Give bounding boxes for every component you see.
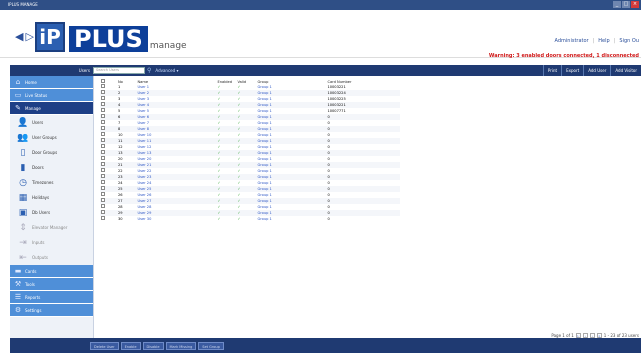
sidebar-item-db-users[interactable]: ▣ Db Users bbox=[10, 205, 93, 220]
home-icon: ⌂ bbox=[15, 78, 21, 86]
action-export-button[interactable]: Export bbox=[561, 65, 583, 76]
toolbar-actions: Print Export Add User Add Visitor bbox=[542, 65, 641, 76]
maximize-icon[interactable]: □ bbox=[622, 1, 630, 8]
row-group: Group 1 bbox=[257, 216, 272, 221]
sidebar-nav-label: Settings bbox=[25, 307, 42, 313]
calendar-icon: ▦ bbox=[18, 192, 28, 203]
window-controls: _ □ × bbox=[613, 1, 639, 8]
sidebar-nav-label: Tools bbox=[25, 281, 35, 287]
sidebar-nav-label: Manage bbox=[25, 105, 41, 111]
window-title: IPLUS MANAGE bbox=[8, 2, 38, 7]
forward-arrow-icon[interactable]: ▷ bbox=[25, 31, 33, 42]
user-group-icon: 👥 bbox=[17, 132, 29, 143]
connection-warning: Warning: 3 enabled doors connected, 1 di… bbox=[488, 53, 639, 59]
report-icon: ☰ bbox=[14, 293, 22, 301]
logo-plus: PLUS bbox=[69, 26, 148, 52]
sidebar-item-label: Holidays bbox=[32, 195, 50, 200]
sidebar-item-label: Timezones bbox=[32, 180, 54, 185]
door-single-icon: ▮ bbox=[20, 162, 26, 173]
enable-button[interactable]: Enable bbox=[120, 341, 141, 350]
sidebar-item-label: Door Groups bbox=[32, 150, 58, 155]
row-card-number: 0 bbox=[327, 216, 330, 221]
search-input[interactable]: Search Users bbox=[93, 67, 145, 74]
row-name[interactable]: User 30 bbox=[136, 216, 216, 222]
action-add-user-button[interactable]: Add User bbox=[583, 65, 610, 76]
set-group-button[interactable]: Set Group bbox=[198, 341, 224, 350]
user-icon: 👤 bbox=[17, 117, 29, 128]
sidebar-nav-cards[interactable]: ▬ Cards bbox=[10, 265, 93, 278]
bottom-action-bar: Delete User Enable Disable Mark Missing Set … bbox=[10, 338, 641, 353]
app-header: ◀ ▷ iP PLUS manage Administrator | Help … bbox=[0, 10, 641, 59]
sidebar-item-user-groups[interactable]: 👥 User Groups bbox=[10, 130, 93, 145]
sidebar-item-label: Inputs bbox=[32, 240, 45, 245]
search-icon[interactable]: ⚲ bbox=[147, 67, 151, 74]
user-link[interactable]: Administrator bbox=[555, 38, 589, 44]
sidebar-item-doors[interactable]: ▮ Doors bbox=[10, 160, 93, 175]
disable-button[interactable]: Disable bbox=[142, 341, 164, 350]
sidebar-item-door-groups[interactable]: ▯ Door Groups bbox=[10, 145, 93, 160]
history-nav: ◀ ▷ bbox=[15, 31, 34, 42]
sidebar-item-label: Elevator Manager bbox=[32, 225, 68, 230]
sidebar: ⌂ Home ▭ Live Status ✎ Manage 👤 Users 👥 User Gro… bbox=[10, 76, 94, 344]
door-icon: ▯ bbox=[20, 147, 26, 158]
sidebar-item-label: Outputs bbox=[32, 255, 48, 260]
action-add-visitor-button[interactable]: Add Visitor bbox=[610, 65, 641, 76]
row-no: 30 bbox=[117, 216, 123, 221]
clock-icon: ◷ bbox=[19, 177, 27, 188]
elevator-icon: ⇕ bbox=[19, 222, 27, 233]
header-links: Administrator | Help | Sign Ou bbox=[554, 38, 639, 44]
minimize-icon[interactable]: _ bbox=[613, 1, 621, 8]
help-link[interactable]: Help bbox=[598, 38, 609, 44]
sidebar-item-label: Doors bbox=[32, 165, 44, 170]
left-gutter bbox=[0, 58, 10, 353]
mark-missing-button[interactable]: Mark Missing bbox=[165, 341, 197, 350]
sidebar-nav-reports[interactable]: ☰ Reports bbox=[10, 291, 93, 304]
sidebar-nav-label: Reports bbox=[25, 294, 41, 300]
advanced-search-link[interactable]: Advanced ▾ bbox=[155, 68, 178, 73]
filter-label: Users bbox=[78, 68, 90, 73]
sidebar-item-elevator-manager[interactable]: ⇕ Elevator Manager bbox=[10, 220, 93, 235]
window-title-bar: IPLUS MANAGE _ □ × bbox=[0, 0, 641, 10]
users-table: No Name Enabled Valid Group Card Number … bbox=[100, 79, 400, 222]
sidebar-item-label: User Groups bbox=[32, 135, 57, 140]
logo: iP PLUS manage bbox=[35, 22, 187, 52]
back-arrow-icon[interactable]: ◀ bbox=[15, 31, 23, 42]
users-content: No Name Enabled Valid Group Card Number … bbox=[95, 76, 641, 344]
sidebar-item-timezones[interactable]: ◷ Timezones bbox=[10, 175, 93, 190]
delete-user-button[interactable]: Delete User bbox=[90, 341, 119, 350]
sidebar-nav-settings[interactable]: ⚙ Settings bbox=[10, 304, 93, 317]
logo-manage: manage bbox=[149, 41, 187, 51]
sidebar-nav-home[interactable]: ⌂ Home bbox=[10, 76, 93, 89]
settings-icon: ⚙ bbox=[14, 306, 22, 314]
sidebar-nav-label: Live Status bbox=[25, 92, 48, 98]
db-user-icon: ▣ bbox=[18, 207, 28, 218]
sidebar-item-label: Db Users bbox=[32, 210, 51, 215]
input-icon: ⇥ bbox=[19, 237, 27, 248]
sidebar-nav-live-status[interactable]: ▭ Live Status bbox=[10, 89, 93, 102]
sidebar-item-label: Users bbox=[32, 120, 44, 125]
signout-link[interactable]: Sign Ou bbox=[619, 38, 639, 44]
sidebar-item-outputs[interactable]: ⇤ Outputs bbox=[10, 250, 93, 265]
output-icon: ⇤ bbox=[19, 252, 27, 263]
logo-ip: iP bbox=[35, 22, 65, 52]
action-print-button[interactable]: Print bbox=[542, 65, 561, 76]
sidebar-nav-tools[interactable]: ⚒ Tools bbox=[10, 278, 93, 291]
row-enabled: ✓ bbox=[217, 216, 221, 221]
row-checkbox[interactable] bbox=[100, 216, 117, 222]
table-row[interactable]: 30 User 30 ✓ ✓ Group 10 bbox=[100, 216, 400, 222]
row-valid: ✓ bbox=[237, 216, 241, 221]
sidebar-nav-manage[interactable]: ✎ Manage bbox=[10, 102, 93, 115]
close-icon[interactable]: × bbox=[631, 1, 639, 8]
sidebar-item-inputs[interactable]: ⇥ Inputs bbox=[10, 235, 93, 250]
sidebar-nav-label: Cards bbox=[25, 268, 37, 274]
sidebar-item-users[interactable]: 👤 Users bbox=[10, 115, 93, 130]
toolbar: Users Search Users ⚲ Advanced ▾ Print Exp… bbox=[10, 65, 641, 76]
wrench-icon: ⚒ bbox=[14, 280, 22, 288]
monitor-icon: ▭ bbox=[14, 91, 22, 99]
edit-icon: ✎ bbox=[15, 104, 21, 112]
sidebar-item-holidays[interactable]: ▦ Holidays bbox=[10, 190, 93, 205]
card-icon: ▬ bbox=[14, 267, 22, 275]
sidebar-nav-label: Home bbox=[25, 79, 37, 85]
